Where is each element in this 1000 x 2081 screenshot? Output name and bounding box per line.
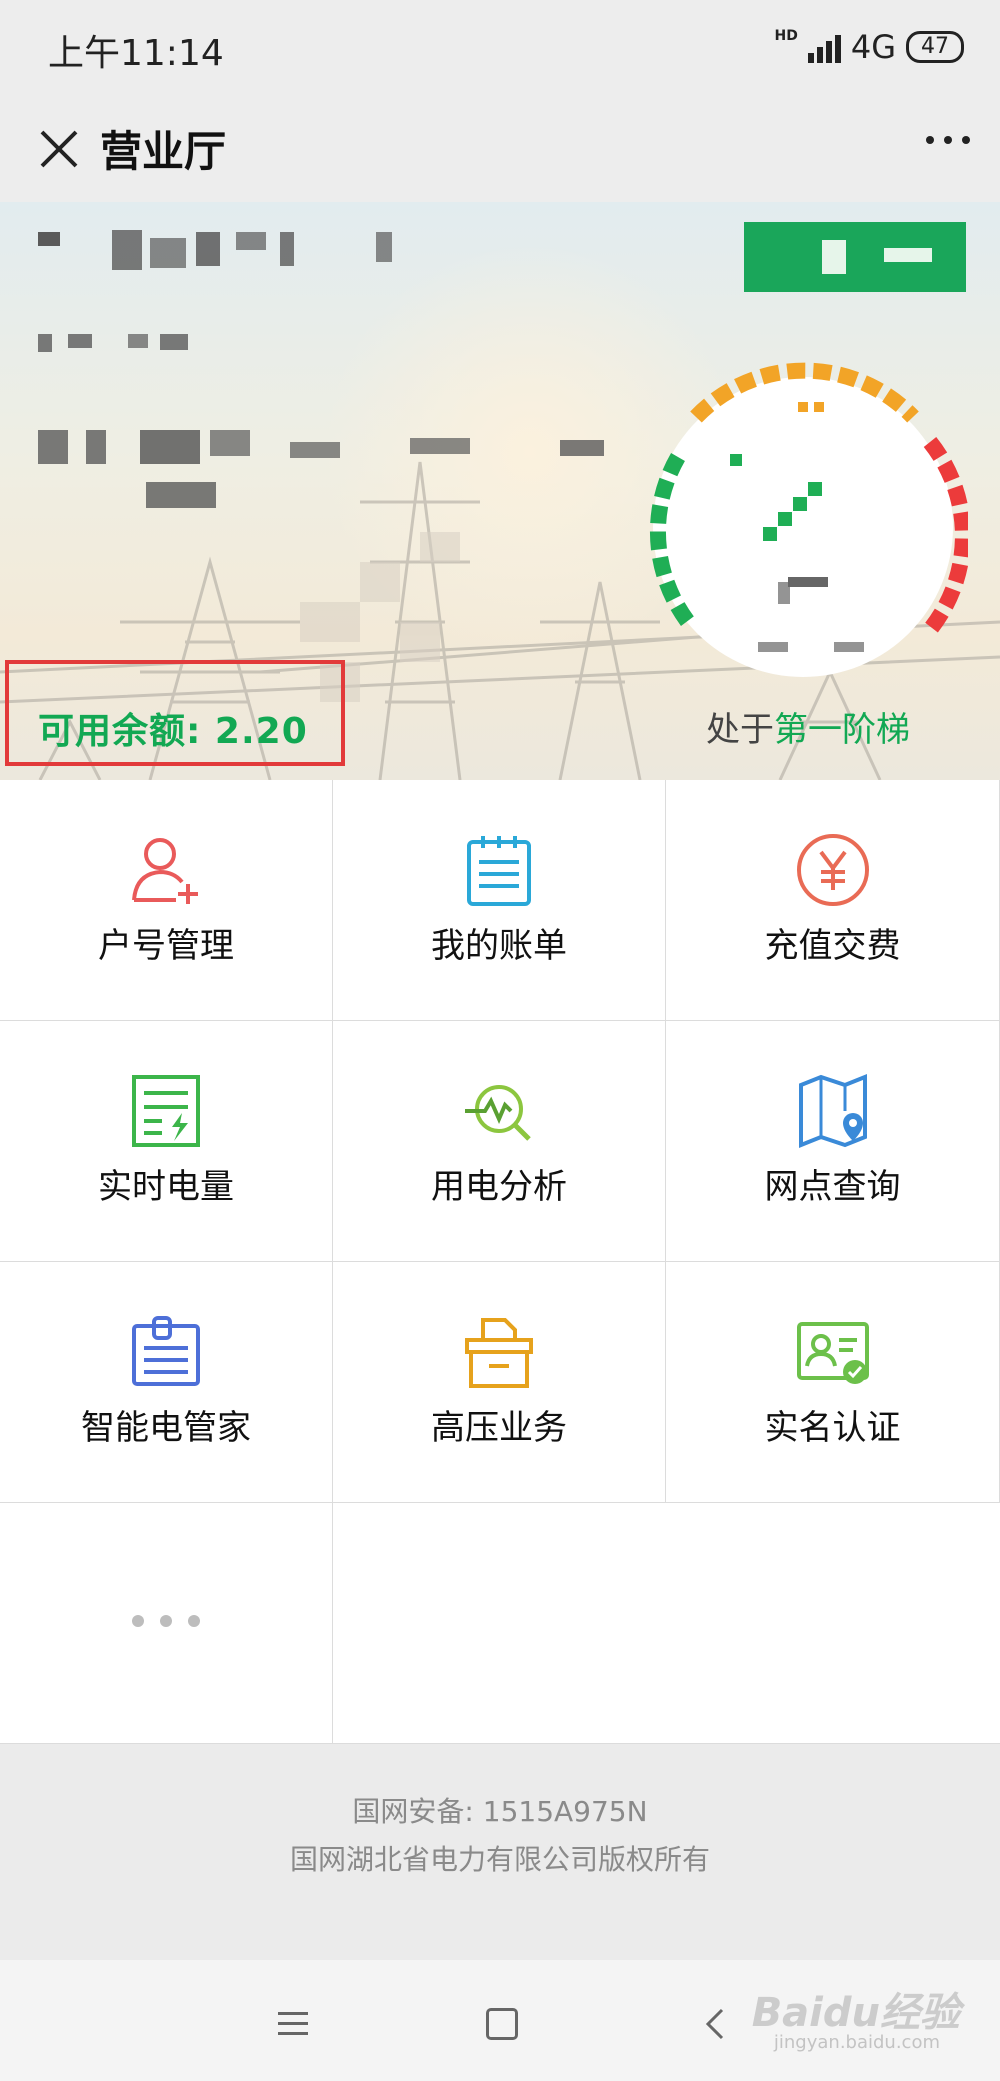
menu-label: 充值交费 [764,926,901,966]
menu-label: 实时电量 [98,1167,234,1207]
user-add-icon [132,838,198,904]
id-card-icon [796,1322,869,1384]
realtime-power-icon [132,1075,200,1147]
tier-gauge [649,362,968,677]
close-icon[interactable] [30,120,88,178]
menu-my-bill[interactable]: 我的账单 [333,780,666,1021]
footer: 国网安备: 1515A975N 国网湖北省电力有限公司版权所有 [0,1744,1000,1960]
folder-box-icon [465,1318,533,1388]
signal-icon [807,31,841,63]
menu-label: 智能电管家 [81,1408,251,1448]
tier-value: 第一阶梯 [774,710,910,750]
recent-apps-icon[interactable] [278,2012,308,2036]
menu-realtime-power[interactable]: 实时电量 [0,1021,333,1262]
watermark-logo: Baidu经验 [751,1990,960,2036]
copyright: 国网湖北省电力有限公司版权所有 [289,1843,710,1876]
menu-real-name-auth[interactable]: 实名认证 [666,1262,1000,1503]
more-options-icon[interactable] [926,136,970,144]
network-type: 4G [850,28,896,66]
tier-status: 处于第一阶梯 [706,702,910,751]
clipboard-icon [132,1316,200,1386]
home-icon[interactable] [486,2008,518,2040]
hd-badge: HD [774,28,798,44]
menu-smart-manager[interactable]: 智能电管家 [0,1262,333,1503]
status-bar: 上午11:14 HD 4G 47 [0,0,1000,96]
system-navigation-bar: Baidu经验 jingyan.baidu.com [0,1960,1000,2081]
battery-level: 47 [921,34,949,59]
menu-label: 户号管理 [98,926,234,966]
available-balance: 可用余额: 2.20 [38,711,308,752]
back-icon[interactable] [700,2004,730,2044]
watermark-url: jingyan.baidu.com [773,2032,940,2053]
icp-record: 国网安备: 1515A975N [352,1795,648,1828]
menu-account-management[interactable]: 户号管理 [0,780,333,1021]
account-banner: 可用余额: 2.20 处于第一阶梯 [0,202,1000,780]
battery-icon: 47 [906,31,964,63]
menu-label: 实名认证 [764,1408,901,1448]
menu-label: 网点查询 [764,1167,901,1207]
menu-label: 我的账单 [431,926,567,966]
menu-usage-analysis[interactable]: 用电分析 [333,1021,666,1262]
status-indicators: HD 4G 47 [774,28,964,66]
menu-empty-cell [333,1503,1000,1744]
bill-icon [467,836,531,906]
menu-outlet-search[interactable]: 网点查询 [666,1021,1000,1262]
menu-more[interactable] [0,1503,333,1744]
switch-account-button[interactable] [744,222,966,292]
yuan-icon [796,834,869,906]
menu-label: 高压业务 [431,1408,567,1448]
page-title: 营业厅 [100,127,227,176]
nav-bar: 营业厅 [0,96,1000,202]
service-menu-grid: 户号管理 我的账单 充值交费 实时电量 用电分析 网点查询 智能电管家 高压业务… [0,780,1000,1744]
tier-prefix: 处于 [706,710,774,750]
status-time: 上午11:14 [48,33,224,74]
analysis-icon [465,1085,531,1141]
more-dots-icon [132,1615,200,1627]
menu-recharge[interactable]: 充值交费 [666,780,1000,1021]
map-pin-icon [798,1074,867,1148]
menu-label: 用电分析 [431,1167,567,1207]
menu-high-voltage[interactable]: 高压业务 [333,1262,666,1503]
